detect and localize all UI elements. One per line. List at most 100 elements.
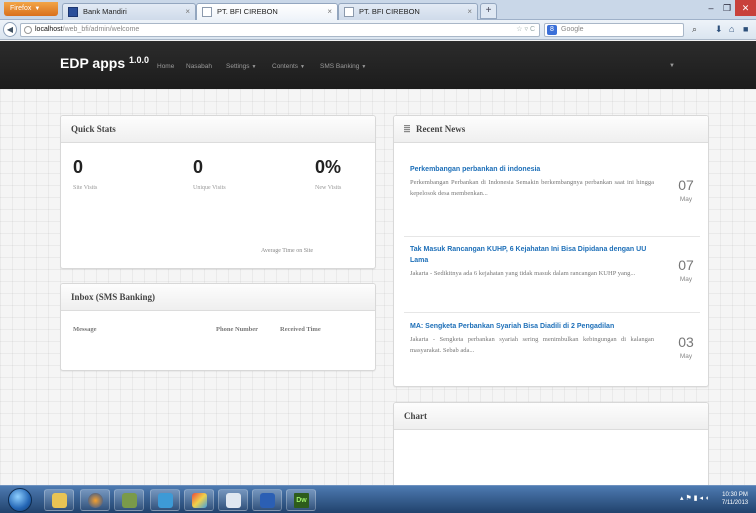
clock-time: 10:30 PM [722,492,748,498]
news-title-link[interactable]: Tak Masuk Rancangan KUHP, 6 Kejahatan In… [410,244,654,266]
quick-stats-panel: Quick Stats 0 Site Visits 0 Unique Visit… [60,115,376,269]
taskbar-tool[interactable] [114,489,144,511]
column-header-received-time[interactable]: Received Time [280,326,321,333]
column-header-message[interactable]: Message [73,326,96,333]
new-tab-button[interactable]: + [480,3,497,19]
tool-icon [122,493,137,508]
window-app-icon [226,493,241,508]
addon-icon[interactable]: ■ [743,24,748,34]
download-arrow-icon[interactable]: ⬇ [715,24,723,35]
recent-news-panel: Recent News Perkembangan perbankan di in… [393,115,709,387]
menu-sms-banking-label: SMS Banking [320,63,360,70]
chevron-down-icon: ▼ [361,64,367,70]
news-excerpt: Jakarta - Sedikitnya ada 6 kejahatan yan… [410,270,636,277]
average-time-label: Average Time on Site [261,248,314,254]
menu-sms-banking[interactable]: SMS Banking ▼ [320,63,366,70]
tab-title: Bank Mandiri [83,7,127,16]
app-brand[interactable]: EDP apps 1.0.0 [60,55,149,71]
news-item[interactable]: MA: Sengketa Perbankan Syariah Bisa Diad… [410,321,694,360]
taskbar-word[interactable] [252,489,282,511]
news-date-day: 03 [678,334,694,350]
search-input[interactable]: 8 Google ⌕ [544,23,697,37]
taskbar-paint[interactable] [184,489,214,511]
menu-contents-label: Contents [272,63,299,70]
minimize-window-button[interactable]: – [703,0,719,16]
firefox-icon [88,493,103,508]
column-header-phone-number[interactable]: Phone Number [216,326,258,333]
chevron-down-icon: ▼ [251,64,257,70]
taskbar-explorer[interactable] [44,489,74,511]
news-divider [404,312,700,313]
folder-icon [52,493,67,508]
browser-tab-bfi-cirebon[interactable]: PT. BFI CIREBON × [338,3,478,20]
system-tray[interactable]: ▴ ⚑ ▮ ◂ ◖ [680,494,709,502]
new-visits-label: New Visits [315,185,342,191]
news-list-icon [404,125,410,133]
taskbar-firefox[interactable] [80,489,110,511]
taskbar-app[interactable] [218,489,248,511]
browser-tab-bank-mandiri[interactable]: Bank Mandiri × [62,3,196,20]
news-date-month: May [679,196,693,203]
dashboard-content: Quick Stats 0 Site Visits 0 Unique Visit… [0,89,756,502]
windows-taskbar: Dw ▴ ⚑ ▮ ◂ ◖ 10:30 PM 7/11/2013 [0,485,756,513]
search-placeholder: Google [561,26,584,33]
google-search-engine-icon[interactable]: 8 [547,25,557,35]
page-favicon-icon [344,7,354,17]
new-visits-value: 0% [315,157,342,177]
address-bar[interactable]: localhost/web_bfi/admin/welcome ☆ ▿ C [20,23,540,37]
clock-date: 7/11/2013 [721,500,749,506]
close-tab-icon[interactable]: × [185,4,190,20]
firefox-menu-button[interactable]: Firefox ▼ [4,2,58,16]
bookmark-star-icon[interactable]: ☆ ▿ C [516,24,535,36]
firefox-menu-label: Firefox [10,5,32,12]
brand-version: 1.0.0 [129,55,150,65]
bank-mandiri-favicon-icon [68,7,78,17]
search-icon[interactable]: ⌕ [692,23,697,35]
start-menu-icon[interactable] [8,488,32,512]
close-tab-icon[interactable]: × [327,4,332,20]
taskbar-dreamweaver[interactable]: Dw [286,489,316,511]
chevron-down-icon: ▼ [300,64,305,70]
news-date-day: 07 [678,257,694,273]
network-icon [158,493,173,508]
site-visits-label: Site Visits [73,185,98,191]
news-excerpt: Jakarta - Sengketa perbankan syariah ser… [410,336,654,354]
news-date-day: 07 [678,177,694,193]
unique-visits-label: Unique Visits [193,185,226,191]
browser-tab-bfi-cirebon-active[interactable]: PT. BFI CIREBON × [196,3,338,20]
dreamweaver-icon: Dw [294,493,309,508]
chevron-down-icon: ▼ [34,6,41,12]
unique-visits-value: 0 [193,157,204,177]
news-item[interactable]: Perkembangan perbankan di indonesia Perk… [410,164,694,203]
news-title-link[interactable]: MA: Sengketa Perbankan Syariah Bisa Diad… [410,321,654,332]
maximize-window-button[interactable]: ❐ [719,0,735,16]
menu-contents[interactable]: Contents ▼ [272,63,305,70]
brand-name: EDP apps [60,55,126,71]
site-identity-icon [24,26,32,34]
chart-title: Chart [394,403,708,430]
user-menu-chevron-icon[interactable]: ▼ [669,63,675,69]
inbox-title: Inbox (SMS Banking) [61,284,375,311]
menu-nasabah[interactable]: Nasabah [186,63,212,70]
menu-settings-label: Settings [226,63,250,70]
site-visits-value: 0 [73,157,84,177]
news-item[interactable]: Tak Masuk Rancangan KUHP, 6 Kejahatan In… [410,244,694,283]
close-window-button[interactable]: ✕ [735,0,756,16]
quick-stats-title: Quick Stats [61,116,375,143]
home-icon[interactable]: ⌂ [729,24,734,34]
back-arrow-icon[interactable]: ◀ [3,22,17,37]
news-excerpt: Perkembangan Perbankan di Indonesia Sema… [410,179,654,197]
url-host: localhost [35,26,63,33]
taskbar-clock[interactable]: 10:30 PM 7/11/2013 [715,491,755,507]
tab-title: PT. BFI CIREBON [217,7,278,16]
news-title-link[interactable]: Perkembangan perbankan di indonesia [410,164,654,175]
news-date-month: May [679,353,693,360]
tab-title: PT. BFI CIREBON [359,7,420,16]
inbox-sms-banking-panel: Inbox (SMS Banking) Message Phone Number… [60,283,376,371]
taskbar-network[interactable] [150,489,180,511]
browser-tab-strip: Firefox ▼ Bank Mandiri × PT. BFI CIREBON … [0,0,756,20]
close-tab-icon[interactable]: × [467,4,472,20]
page-favicon-icon [202,7,212,17]
menu-home[interactable]: Home [157,63,174,70]
menu-settings[interactable]: Settings ▼ [226,63,256,70]
